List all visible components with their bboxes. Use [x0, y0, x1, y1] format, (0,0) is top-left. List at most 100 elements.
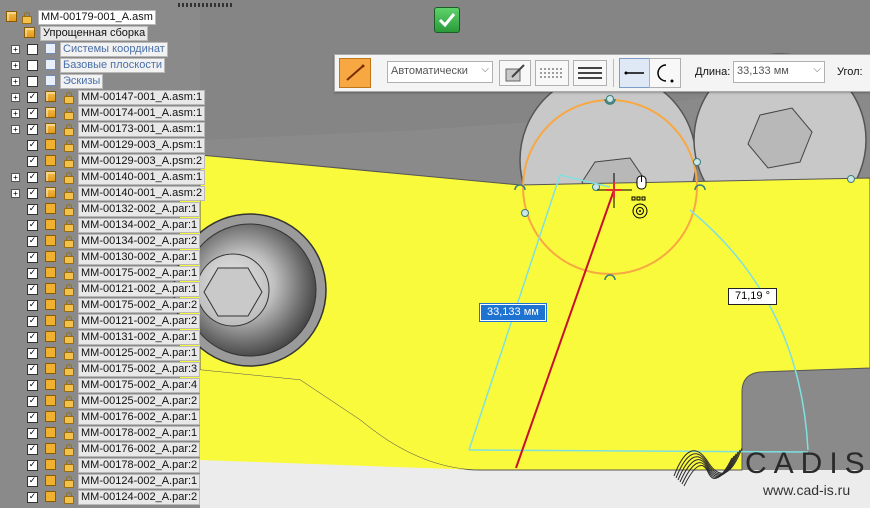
visibility-checkbox[interactable]: ✓ — [27, 204, 38, 215]
lock-icon — [64, 476, 74, 488]
tree-item-label: MM-00129-003_A.psm:1 — [78, 138, 206, 153]
accept-check-icon[interactable] — [434, 7, 460, 33]
visibility-checkbox[interactable]: ✓ — [27, 364, 38, 375]
part-icon — [45, 219, 56, 230]
lock-icon — [64, 492, 74, 504]
lock-icon — [64, 124, 74, 136]
visibility-checkbox[interactable]: ✓ — [27, 284, 38, 295]
subassembly-icon — [45, 171, 56, 182]
lock-icon — [64, 140, 74, 152]
splitter-grip[interactable] — [178, 3, 234, 7]
part-icon — [45, 427, 56, 438]
lock-icon — [64, 412, 74, 424]
tree-item-label: MM-00121-002_A.par:1 — [78, 282, 201, 297]
mode-select[interactable]: Автоматически ⌵ — [387, 61, 493, 83]
visibility-checkbox[interactable]: ✓ — [27, 172, 38, 183]
simplified-assembly-icon — [24, 27, 35, 38]
expand-toggle-icon[interactable]: + — [11, 77, 20, 86]
expand-toggle-icon[interactable]: + — [11, 61, 20, 70]
circle-handle-left[interactable] — [521, 209, 529, 217]
fill-style-icon — [505, 64, 525, 82]
lock-icon — [22, 12, 32, 24]
visibility-checkbox[interactable]: ✓ — [27, 92, 38, 103]
visibility-checkbox[interactable]: ✓ — [27, 476, 38, 487]
length-input[interactable]: 33,133 мм ⌵ — [733, 61, 825, 83]
visibility-checkbox[interactable]: ✓ — [27, 268, 38, 279]
tree-item-label: MM-00124-002_A.par:1 — [78, 474, 201, 489]
part-icon — [45, 395, 56, 406]
expand-toggle-icon[interactable]: + — [11, 93, 20, 102]
angle-dimension-label[interactable]: 71,19 ° — [728, 288, 777, 305]
edge-handle-right[interactable] — [847, 175, 855, 183]
expand-toggle-icon[interactable]: + — [11, 189, 20, 198]
line-width-icon — [578, 67, 602, 79]
tree-item-label: MM-00125-002_A.par:2 — [78, 394, 201, 409]
lock-icon — [64, 236, 74, 248]
tree-root[interactable]: MM-00179-001_A.asm — [0, 10, 200, 25]
visibility-checkbox[interactable] — [27, 60, 38, 71]
lock-icon — [64, 300, 74, 312]
part-icon — [45, 459, 56, 470]
tree-root-label: MM-00179-001_A.asm — [38, 10, 156, 25]
visibility-checkbox[interactable]: ✓ — [27, 220, 38, 231]
tree-item-label: MM-00134-002_A.par:2 — [78, 234, 201, 249]
line-tool-icon — [346, 64, 365, 81]
tree-item-label: MM-00140-001_A.asm:1 — [78, 170, 206, 185]
lock-icon — [64, 396, 74, 408]
visibility-checkbox[interactable]: ✓ — [27, 156, 38, 167]
visibility-checkbox[interactable]: ✓ — [27, 108, 38, 119]
line-type-button[interactable] — [535, 60, 569, 86]
visibility-checkbox[interactable]: ✓ — [27, 492, 38, 503]
visibility-checkbox[interactable]: ✓ — [27, 140, 38, 151]
visibility-checkbox[interactable]: ✓ — [27, 348, 38, 359]
tree-simplified-label: Упрощенная сборка — [40, 26, 149, 41]
lock-icon — [64, 252, 74, 264]
arc-mode-button[interactable] — [649, 58, 681, 88]
toolbar-separator — [613, 59, 614, 87]
visibility-checkbox[interactable]: ✓ — [27, 316, 38, 327]
line-width-button[interactable] — [573, 60, 607, 86]
lock-icon — [64, 268, 74, 280]
expand-toggle-icon[interactable]: + — [11, 173, 20, 182]
visibility-checkbox[interactable]: ✓ — [27, 252, 38, 263]
visibility-checkbox[interactable]: ✓ — [27, 124, 38, 135]
tree-group-label: Базовые плоскости — [60, 58, 166, 73]
lock-icon — [64, 108, 74, 120]
part-icon — [45, 267, 56, 278]
tree-item-label: MM-00175-002_A.par:1 — [78, 266, 201, 281]
expand-toggle-icon[interactable]: + — [11, 125, 20, 134]
tree-item-label: MM-00134-002_A.par:1 — [78, 218, 201, 233]
lock-icon — [64, 460, 74, 472]
visibility-checkbox[interactable]: ✓ — [27, 300, 38, 311]
line-type-icon — [540, 68, 564, 78]
visibility-checkbox[interactable]: ✓ — [27, 380, 38, 391]
visibility-checkbox[interactable]: ✓ — [27, 412, 38, 423]
circle-handle-right[interactable] — [693, 158, 701, 166]
visibility-checkbox[interactable]: ✓ — [27, 396, 38, 407]
circle-handle-top[interactable] — [606, 95, 614, 103]
visibility-checkbox[interactable] — [27, 44, 38, 55]
tree-item-label: MM-00124-002_A.par:2 — [78, 490, 201, 505]
lock-icon — [64, 204, 74, 216]
visibility-checkbox[interactable]: ✓ — [27, 236, 38, 247]
tree-group-label: Системы координат — [60, 42, 168, 57]
visibility-checkbox[interactable]: ✓ — [27, 460, 38, 471]
length-dimension-input[interactable]: 33,133 мм — [479, 303, 547, 322]
visibility-checkbox[interactable]: ✓ — [27, 332, 38, 343]
line-mode-button[interactable] — [619, 58, 651, 88]
expand-toggle-icon[interactable]: + — [11, 109, 20, 118]
length-chevron-down-icon: ⌵ — [813, 64, 821, 75]
visibility-checkbox[interactable]: ✓ — [27, 428, 38, 439]
tree-item-label: MM-00178-002_A.par:2 — [78, 458, 201, 473]
visibility-checkbox[interactable] — [27, 76, 38, 87]
tree-item-label: MM-00175-002_A.par:3 — [78, 362, 201, 377]
part-icon — [45, 283, 56, 294]
expand-toggle-icon[interactable]: + — [11, 45, 20, 54]
line-tool-button[interactable] — [339, 58, 371, 88]
visibility-checkbox[interactable]: ✓ — [27, 188, 38, 199]
tree-item-label: MM-00140-001_A.asm:2 — [78, 186, 206, 201]
visibility-checkbox[interactable]: ✓ — [27, 444, 38, 455]
tree-item-label: MM-00129-003_A.psm:2 — [78, 154, 206, 169]
fill-style-button[interactable] — [499, 60, 531, 86]
logo-wordmark: CADIS — [745, 447, 870, 480]
